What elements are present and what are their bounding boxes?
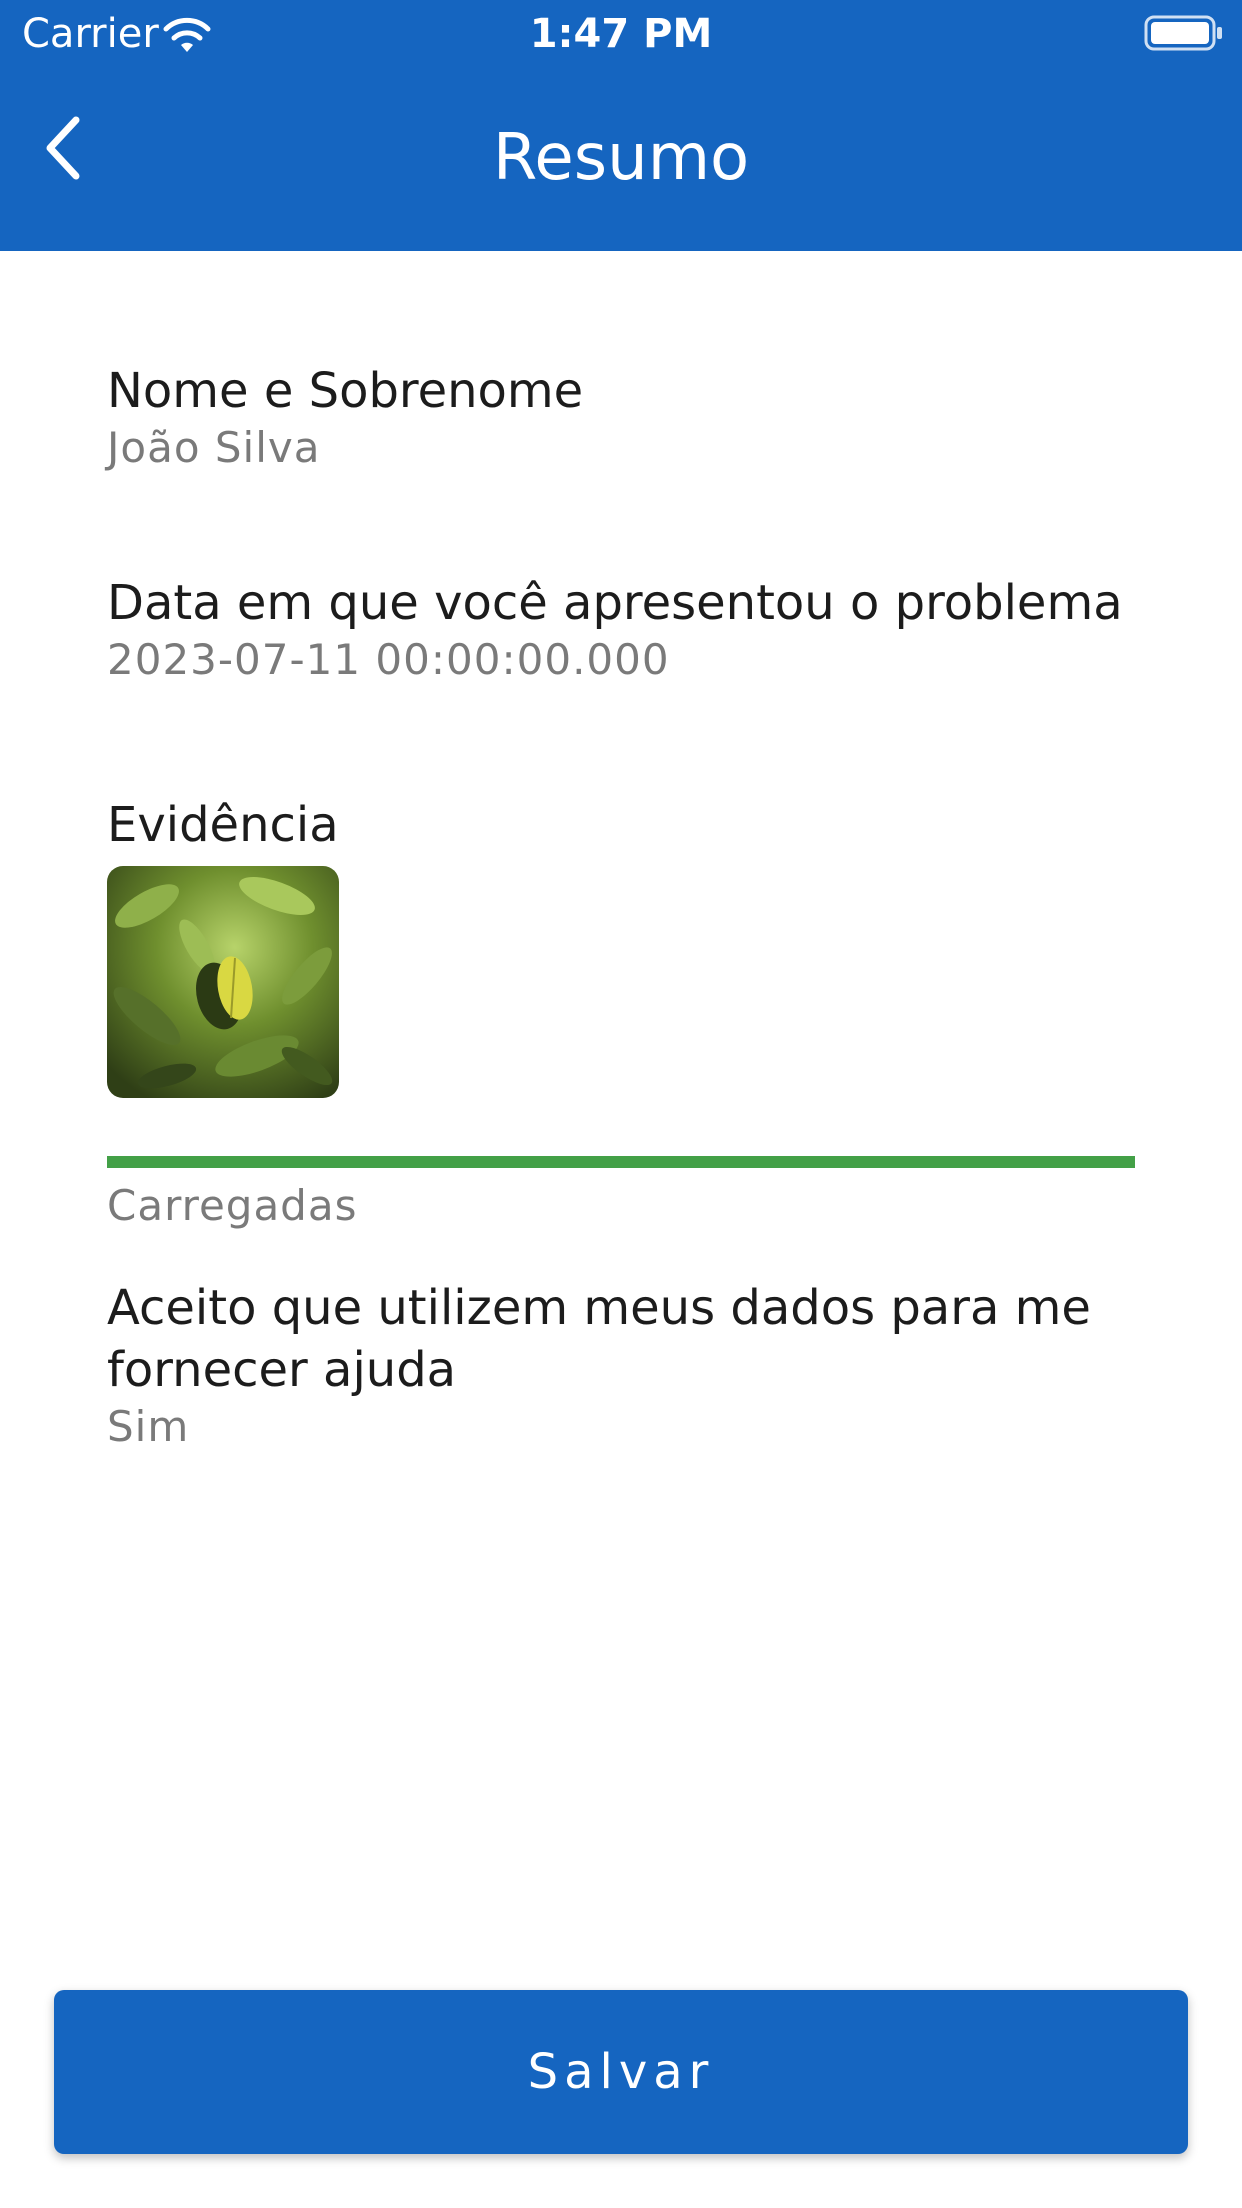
- consent-field: Aceito que utilizem meus dados para me f…: [107, 1277, 1167, 1453]
- evidence-photo: [107, 866, 339, 1098]
- upload-progress-fill: [107, 1156, 1135, 1168]
- upload-status-label: Carregadas: [107, 1181, 358, 1230]
- evidence-field: Evidência: [107, 794, 1167, 1098]
- date-field: Data em que você apresentou o problema 2…: [107, 572, 1167, 686]
- summary-screen: Carrier 1:47 PM Resumo Nome e Sobrenome …: [0, 0, 1242, 2208]
- page-title: Resumo: [492, 121, 750, 195]
- app-header: Carrier 1:47 PM Resumo: [0, 0, 1242, 251]
- battery-icon: [1144, 15, 1222, 51]
- status-time: 1:47 PM: [529, 11, 713, 57]
- date-value: 2023-07-11 00:00:00.000: [107, 635, 670, 684]
- upload-progress-bar: [107, 1156, 1135, 1168]
- name-field: Nome e Sobrenome João Silva: [107, 360, 1167, 474]
- consent-value: Sim: [107, 1402, 190, 1451]
- date-label: Data em que você apresentou o problema: [107, 575, 1123, 631]
- evidence-thumbnail[interactable]: [107, 866, 339, 1098]
- consent-label: Aceito que utilizem meus dados para me f…: [107, 1280, 1091, 1398]
- evidence-label: Evidência: [107, 797, 339, 853]
- name-label: Nome e Sobrenome: [107, 363, 584, 419]
- save-button[interactable]: Salvar: [54, 1990, 1188, 2154]
- name-value: João Silva: [107, 423, 321, 472]
